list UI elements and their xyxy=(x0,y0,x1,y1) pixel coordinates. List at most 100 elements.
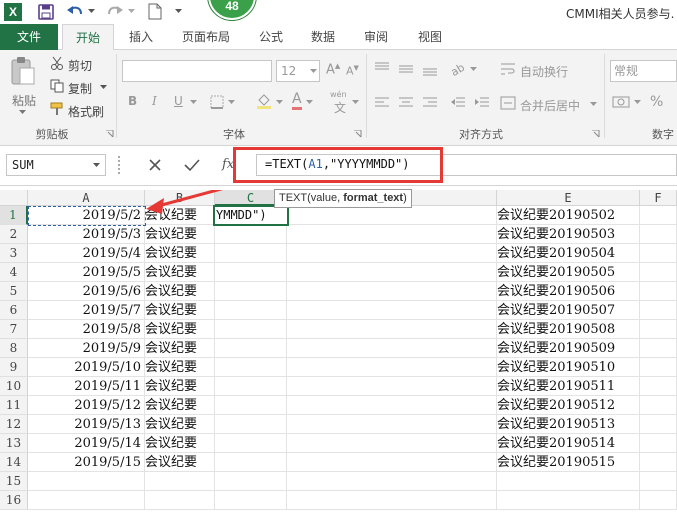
cell[interactable] xyxy=(215,434,287,453)
font-color-icon[interactable]: A xyxy=(292,92,302,110)
cell[interactable] xyxy=(215,358,287,377)
copy-button[interactable]: 复制 xyxy=(68,80,92,97)
decrease-indent-icon[interactable] xyxy=(450,96,466,110)
cell[interactable]: 会议纪要20190515 xyxy=(497,453,640,472)
fill-color-icon[interactable] xyxy=(256,93,272,109)
tab-insert[interactable]: 插入 xyxy=(118,24,164,50)
accounting-format-icon[interactable] xyxy=(612,94,630,110)
cell[interactable] xyxy=(640,453,677,472)
cut-icon[interactable] xyxy=(50,56,64,70)
borders-icon[interactable] xyxy=(210,95,224,109)
wrap-text-icon[interactable] xyxy=(500,62,516,76)
cell[interactable] xyxy=(640,358,677,377)
cell[interactable] xyxy=(287,453,497,472)
number-format-box[interactable]: 常规 xyxy=(610,60,677,82)
shrink-font-icon[interactable]: A▼ xyxy=(346,64,359,78)
cell[interactable]: 会议纪要20190508 xyxy=(497,320,640,339)
cell[interactable]: 会议纪要20190507 xyxy=(497,301,640,320)
format-painter-icon[interactable] xyxy=(50,102,64,116)
tab-formulas[interactable]: 公式 xyxy=(250,24,292,50)
underline-button[interactable]: U xyxy=(174,94,183,108)
cell[interactable]: 会议纪要20190506 xyxy=(497,282,640,301)
cell[interactable] xyxy=(28,491,145,510)
row-header[interactable]: 15 xyxy=(0,472,28,491)
cell[interactable] xyxy=(287,472,497,491)
row-header[interactable]: 1 xyxy=(0,206,28,225)
tab-review[interactable]: 审阅 xyxy=(354,24,398,50)
redo-dropdown-icon[interactable] xyxy=(128,9,135,14)
cell[interactable] xyxy=(640,301,677,320)
grow-font-icon[interactable]: A▲ xyxy=(326,62,340,77)
row-header[interactable]: 5 xyxy=(0,282,28,301)
row-header[interactable]: 6 xyxy=(0,301,28,320)
font-launcher-icon[interactable] xyxy=(354,130,362,138)
cell[interactable] xyxy=(640,377,677,396)
cell[interactable] xyxy=(287,263,497,282)
cell[interactable]: 2019/5/14 xyxy=(28,434,145,453)
cell[interactable]: 2019/5/11 xyxy=(28,377,145,396)
cell[interactable]: 2019/5/5 xyxy=(28,263,145,282)
cell[interactable]: 2019/5/3 xyxy=(28,225,145,244)
cell[interactable]: 会议纪要20190510 xyxy=(497,358,640,377)
percent-button[interactable]: % xyxy=(650,94,663,110)
cell[interactable]: 会议纪要 xyxy=(145,339,215,358)
tab-page-layout[interactable]: 页面布局 xyxy=(172,24,240,50)
cell[interactable]: 2019/5/15 xyxy=(28,453,145,472)
align-middle-icon[interactable] xyxy=(398,62,414,76)
cell[interactable] xyxy=(215,396,287,415)
cell[interactable]: 2019/5/12 xyxy=(28,396,145,415)
row-header[interactable]: 3 xyxy=(0,244,28,263)
redo-icon[interactable] xyxy=(106,4,124,20)
cell[interactable]: 2019/5/10 xyxy=(28,358,145,377)
cell[interactable] xyxy=(287,206,497,225)
cell[interactable]: 会议纪要20190511 xyxy=(497,377,640,396)
cell[interactable] xyxy=(145,472,215,491)
font-name-box[interactable] xyxy=(122,60,272,82)
cell[interactable]: 2019/5/6 xyxy=(28,282,145,301)
cell[interactable] xyxy=(215,491,287,510)
cell[interactable] xyxy=(215,244,287,263)
tab-data[interactable]: 数据 xyxy=(302,24,344,50)
cell[interactable] xyxy=(28,472,145,491)
name-box[interactable]: SUM xyxy=(6,154,106,176)
row-header[interactable]: 16 xyxy=(0,491,28,510)
cell[interactable]: 2019/5/9 xyxy=(28,339,145,358)
cell[interactable] xyxy=(287,434,497,453)
tab-file[interactable]: 文件 xyxy=(0,24,58,50)
worksheet-grid[interactable]: A B C D E F 12019/5/2会议纪要会议纪要20190502220… xyxy=(0,190,677,513)
phonetic-button[interactable]: wén xyxy=(330,90,347,99)
cell[interactable] xyxy=(287,282,497,301)
cell[interactable]: 会议纪要 xyxy=(145,396,215,415)
row-header[interactable]: 2 xyxy=(0,225,28,244)
row-header[interactable]: 12 xyxy=(0,415,28,434)
column-header-e[interactable]: E xyxy=(497,190,640,206)
cell[interactable] xyxy=(215,301,287,320)
cell[interactable] xyxy=(215,415,287,434)
align-top-icon[interactable] xyxy=(374,62,390,76)
select-all-corner[interactable] xyxy=(0,190,28,206)
excel-logo[interactable]: X xyxy=(4,3,22,21)
cell[interactable]: 会议纪要20190512 xyxy=(497,396,640,415)
cell[interactable] xyxy=(145,491,215,510)
cell[interactable]: 2019/5/7 xyxy=(28,301,145,320)
cell[interactable] xyxy=(497,491,640,510)
cell[interactable]: 会议纪要20190502 xyxy=(497,206,640,225)
cell[interactable] xyxy=(215,282,287,301)
font-color-dropdown-icon[interactable] xyxy=(306,100,313,105)
cell[interactable]: 会议纪要 xyxy=(145,320,215,339)
cell[interactable] xyxy=(640,434,677,453)
cell[interactable] xyxy=(640,225,677,244)
paste-dropdown-icon[interactable] xyxy=(19,110,26,115)
row-header[interactable]: 13 xyxy=(0,434,28,453)
cell[interactable] xyxy=(215,377,287,396)
align-bottom-icon[interactable] xyxy=(422,62,438,76)
cell[interactable]: 会议纪要20190513 xyxy=(497,415,640,434)
bold-button[interactable]: B xyxy=(128,94,137,108)
column-header-f[interactable]: F xyxy=(640,190,677,206)
wrap-text-button[interactable]: 自动换行 xyxy=(520,63,568,80)
cell[interactable] xyxy=(640,415,677,434)
row-header[interactable]: 10 xyxy=(0,377,28,396)
cell[interactable]: 会议纪要 xyxy=(145,358,215,377)
fill-color-dropdown-icon[interactable] xyxy=(276,100,283,105)
cell[interactable] xyxy=(287,244,497,263)
